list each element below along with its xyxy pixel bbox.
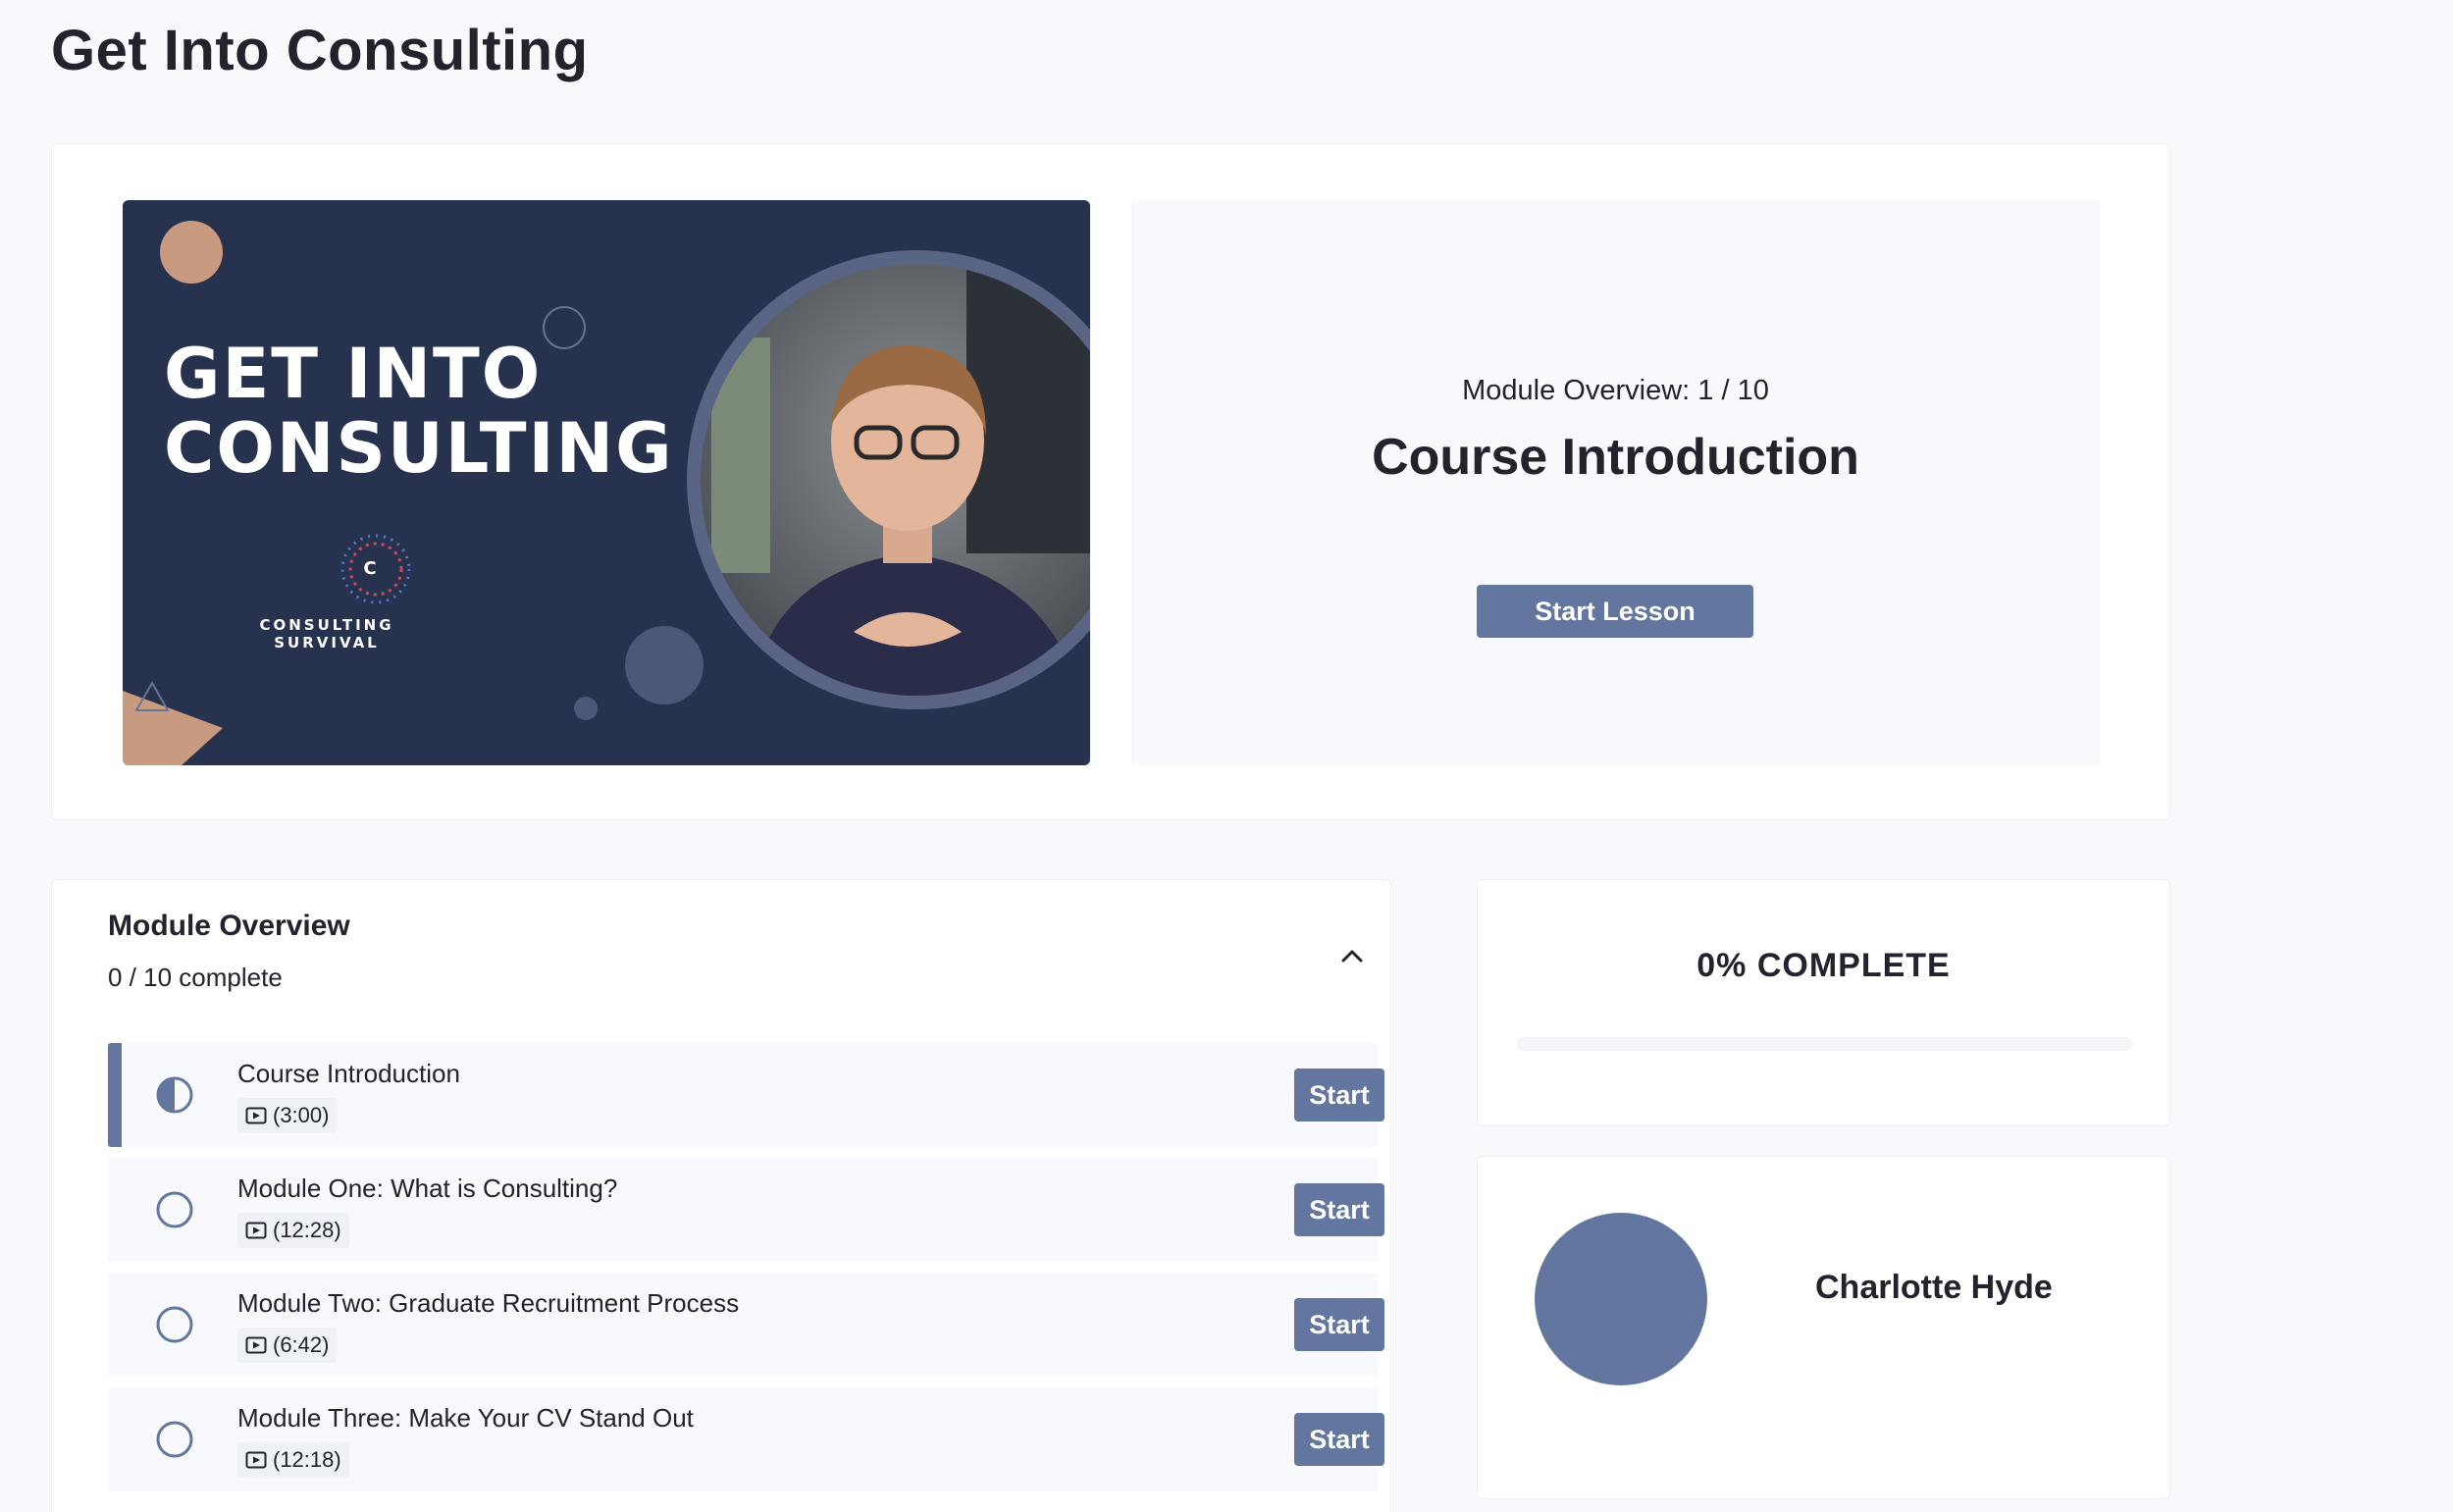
course-video-thumbnail[interactable]: GET INTO CONSULTING C CONSULTING SURVIVA…	[123, 200, 1090, 765]
page-title: Get Into Consulting	[51, 19, 589, 82]
video-icon	[245, 1222, 267, 1239]
chevron-up-icon[interactable]	[1337, 941, 1367, 970]
lesson-title: Course Introduction	[1372, 429, 1859, 486]
module-list-item[interactable]: Course Introduction (3:00) Start	[108, 1043, 1384, 1147]
module-duration: (12:28)	[237, 1213, 349, 1248]
module-completion-count: 0 / 10 complete	[108, 963, 283, 992]
decor-circle-large	[625, 626, 704, 704]
avatar	[1535, 1213, 1707, 1385]
module-duration: (3:00)	[237, 1098, 338, 1133]
video-title-line-1: GET INTO	[164, 334, 543, 414]
module-duration: (12:18)	[237, 1442, 349, 1478]
empty-circle-icon	[156, 1421, 193, 1458]
module-list-item[interactable]: Module Three: Make Your CV Stand Out (12…	[108, 1387, 1384, 1491]
brand-letter: C	[363, 558, 377, 579]
module-duration-text: (3:00)	[273, 1103, 330, 1127]
half-circle-icon	[156, 1076, 193, 1114]
course-progress-card: 0% COMPLETE	[1477, 879, 2170, 1126]
lesson-module-position: Module Overview: 1 / 10	[1462, 375, 1769, 406]
module-title: Module Three: Make Your CV Stand Out	[237, 1403, 694, 1433]
module-overview-card: Module Overview 0 / 10 complete Course I…	[51, 879, 1391, 1512]
decor-circle-outline	[543, 306, 586, 349]
brand-name: CONSULTING SURVIVAL	[259, 616, 394, 652]
module-duration-text: (12:18)	[273, 1447, 341, 1472]
video-icon	[245, 1107, 267, 1124]
module-title: Module Two: Graduate Recruitment Process	[237, 1288, 740, 1318]
video-title-line-2: CONSULTING	[164, 408, 674, 489]
module-duration-text: (6:42)	[273, 1332, 330, 1357]
empty-circle-icon	[156, 1306, 193, 1343]
decor-circle-peach	[160, 221, 223, 284]
instructor-name: Charlotte Hyde	[1815, 1269, 2053, 1306]
hero-card: GET INTO CONSULTING C CONSULTING SURVIVA…	[51, 143, 2170, 820]
video-icon	[245, 1336, 267, 1354]
current-lesson-panel: Module Overview: 1 / 10 Course Introduct…	[1131, 200, 2100, 765]
instructor-card: Charlotte Hyde	[1477, 1156, 2170, 1499]
empty-circle-icon	[156, 1191, 193, 1228]
module-overview-heading: Module Overview	[108, 910, 350, 942]
progress-label: 0% COMPLETE	[1696, 947, 1951, 984]
module-title: Course Introduction	[237, 1059, 460, 1088]
module-duration: (6:42)	[237, 1328, 338, 1363]
module-start-button[interactable]: Start	[1294, 1298, 1384, 1351]
module-start-button[interactable]: Start	[1294, 1183, 1384, 1236]
module-start-button[interactable]: Start	[1294, 1069, 1384, 1121]
decor-circle-small	[574, 697, 598, 720]
start-lesson-button[interactable]: Start Lesson	[1477, 585, 1753, 638]
module-list-item[interactable]: Module Two: Graduate Recruitment Process…	[108, 1273, 1384, 1377]
progress-bar	[1517, 1037, 2132, 1051]
module-title: Module One: What is Consulting?	[237, 1173, 618, 1203]
video-icon	[245, 1451, 267, 1469]
module-duration-text: (12:28)	[273, 1218, 341, 1242]
module-list-item[interactable]: Module One: What is Consulting? (12:28) …	[108, 1158, 1384, 1262]
decor-triangle-peach	[123, 691, 223, 765]
module-start-button[interactable]: Start	[1294, 1413, 1384, 1466]
